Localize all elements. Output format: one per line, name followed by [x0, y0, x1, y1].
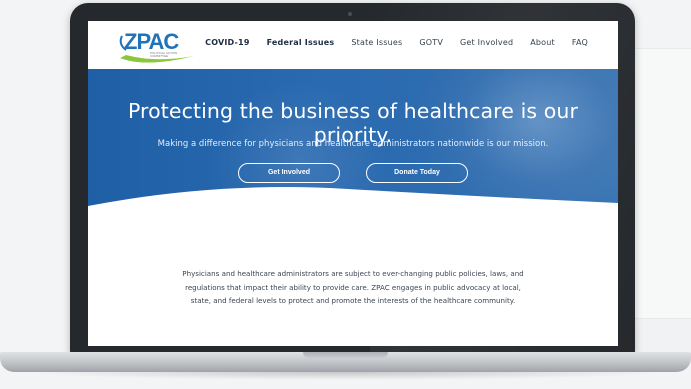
- get-involved-button[interactable]: Get Involved: [238, 163, 340, 183]
- laptop-shadow: [20, 372, 671, 380]
- hero-subtitle: Making a difference for physicians and h…: [157, 139, 549, 149]
- site-header: ZPAC POLITICAL ACTION COMMITTEE COVID-19…: [88, 21, 618, 69]
- main-nav: COVID-19 Federal Issues State Issues GOT…: [205, 38, 588, 47]
- nav-item-about[interactable]: About: [530, 38, 555, 47]
- nav-item-state-issues[interactable]: State Issues: [351, 38, 402, 47]
- hero-wave-divider: [88, 187, 618, 226]
- intro-paragraph: Physicians and healthcare administrators…: [182, 269, 524, 305]
- laptop-notch: [303, 352, 388, 358]
- zpac-logo[interactable]: ZPAC POLITICAL ACTION COMMITTEE: [116, 28, 198, 64]
- nav-item-federal-issues[interactable]: Federal Issues: [267, 38, 335, 47]
- nav-item-gotv[interactable]: GOTV: [419, 38, 443, 47]
- nav-item-get-involved[interactable]: Get Involved: [460, 38, 513, 47]
- donate-today-button[interactable]: Donate Today: [366, 163, 468, 183]
- background-panel: [630, 48, 691, 320]
- nav-item-covid-19[interactable]: COVID-19: [205, 38, 249, 47]
- laptop-screen: ZPAC POLITICAL ACTION COMMITTEE COVID-19…: [88, 21, 618, 346]
- logo-subtext: POLITICAL ACTION COMMITTEE: [150, 51, 178, 58]
- camera-icon: [348, 12, 352, 16]
- nav-item-faq[interactable]: FAQ: [572, 38, 588, 47]
